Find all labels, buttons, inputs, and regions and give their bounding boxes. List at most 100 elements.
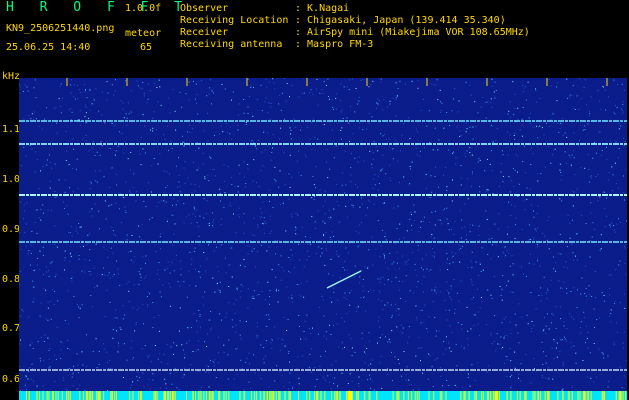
noise-speck: [346, 269, 348, 271]
level-spike: [445, 391, 447, 400]
noise-speck: [280, 279, 282, 281]
noise-speck: [431, 289, 433, 291]
noise-speck: [566, 136, 568, 138]
noise-speck: [263, 131, 265, 133]
noise-speck: [554, 148, 556, 150]
noise-speck: [71, 276, 73, 278]
noise-speck: [466, 234, 467, 236]
noise-speck: [283, 118, 285, 120]
noise-speck: [394, 242, 396, 244]
noise-speck: [43, 288, 45, 290]
noise-speck: [515, 217, 517, 219]
noise-speck: [182, 376, 184, 378]
noise-speck: [206, 95, 208, 97]
noise-speck: [265, 97, 267, 99]
noise-speck: [388, 138, 390, 140]
noise-speck: [263, 347, 265, 349]
noise-speck: [559, 234, 561, 235]
noise-speck: [550, 85, 552, 87]
noise-speck: [379, 292, 381, 294]
noise-speck: [20, 378, 22, 380]
noise-speck: [471, 284, 473, 286]
noise-speck: [438, 186, 439, 188]
noise-speck: [94, 99, 95, 101]
noise-speck: [128, 113, 130, 115]
noise-speck: [232, 326, 234, 328]
noise-speck: [583, 311, 585, 313]
noise-speck: [194, 183, 196, 185]
noise-speck: [224, 256, 226, 258]
noise-speck: [587, 123, 589, 125]
noise-speck: [69, 253, 71, 255]
noise-speck: [107, 257, 109, 259]
level-spike: [52, 391, 54, 400]
noise-speck: [305, 156, 307, 158]
noise-speck: [448, 293, 449, 295]
noise-speck: [460, 184, 462, 186]
noise-speck: [137, 85, 139, 87]
noise-speck: [377, 150, 379, 152]
noise-speck: [364, 362, 366, 364]
noise-speck: [450, 350, 452, 352]
noise-speck: [546, 298, 548, 300]
noise-speck: [115, 330, 117, 332]
noise-speck: [186, 342, 188, 344]
noise-speck: [132, 381, 133, 383]
noise-speck: [329, 381, 331, 383]
noise-speck: [178, 181, 180, 183]
noise-speck: [368, 249, 370, 251]
noise-speck: [54, 191, 56, 192]
noise-speck: [69, 187, 70, 189]
noise-speck: [276, 365, 278, 367]
noise-speck: [530, 331, 532, 332]
noise-speck: [433, 252, 435, 254]
noise-speck: [413, 220, 415, 222]
noise-speck: [585, 223, 587, 224]
noise-speck: [223, 351, 225, 353]
noise-speck: [616, 141, 618, 143]
noise-speck: [411, 224, 412, 226]
noise-speck: [367, 291, 369, 293]
noise-speck: [479, 263, 481, 265]
noise-speck: [430, 83, 432, 85]
noise-speck: [301, 93, 303, 95]
noise-speck: [601, 351, 603, 353]
noise-speck: [589, 113, 591, 115]
noise-speck: [402, 281, 404, 282]
noise-speck: [207, 174, 209, 176]
noise-speck: [20, 271, 21, 273]
noise-speck: [133, 172, 135, 174]
noise-speck: [263, 223, 265, 225]
noise-speck: [466, 128, 468, 130]
noise-speck: [432, 386, 434, 387]
noise-speck: [590, 96, 592, 98]
level-spike: [584, 391, 585, 400]
noise-speck: [202, 163, 204, 165]
noise-speck: [350, 106, 351, 108]
noise-speck: [512, 263, 514, 265]
noise-speck: [130, 259, 132, 261]
noise-speck: [537, 246, 539, 248]
noise-speck: [326, 338, 327, 340]
noise-speck: [311, 348, 313, 350]
level-spike: [156, 391, 158, 400]
noise-speck: [548, 328, 550, 330]
noise-speck: [332, 129, 333, 131]
noise-speck: [60, 341, 62, 343]
noise-speck: [332, 274, 334, 276]
noise-speck: [64, 179, 66, 181]
noise-speck: [68, 214, 69, 216]
noise-speck: [225, 272, 227, 274]
noise-speck: [397, 160, 399, 162]
noise-speck: [92, 306, 93, 308]
noise-speck: [263, 217, 265, 219]
noise-speck: [589, 294, 591, 296]
noise-speck: [406, 230, 408, 232]
noise-speck: [572, 85, 574, 87]
noise-speck: [399, 238, 400, 240]
noise-speck: [372, 359, 374, 361]
noise-speck: [243, 222, 245, 224]
level-spike: [625, 391, 627, 400]
noise-speck: [452, 98, 454, 100]
noise-speck: [399, 268, 400, 270]
